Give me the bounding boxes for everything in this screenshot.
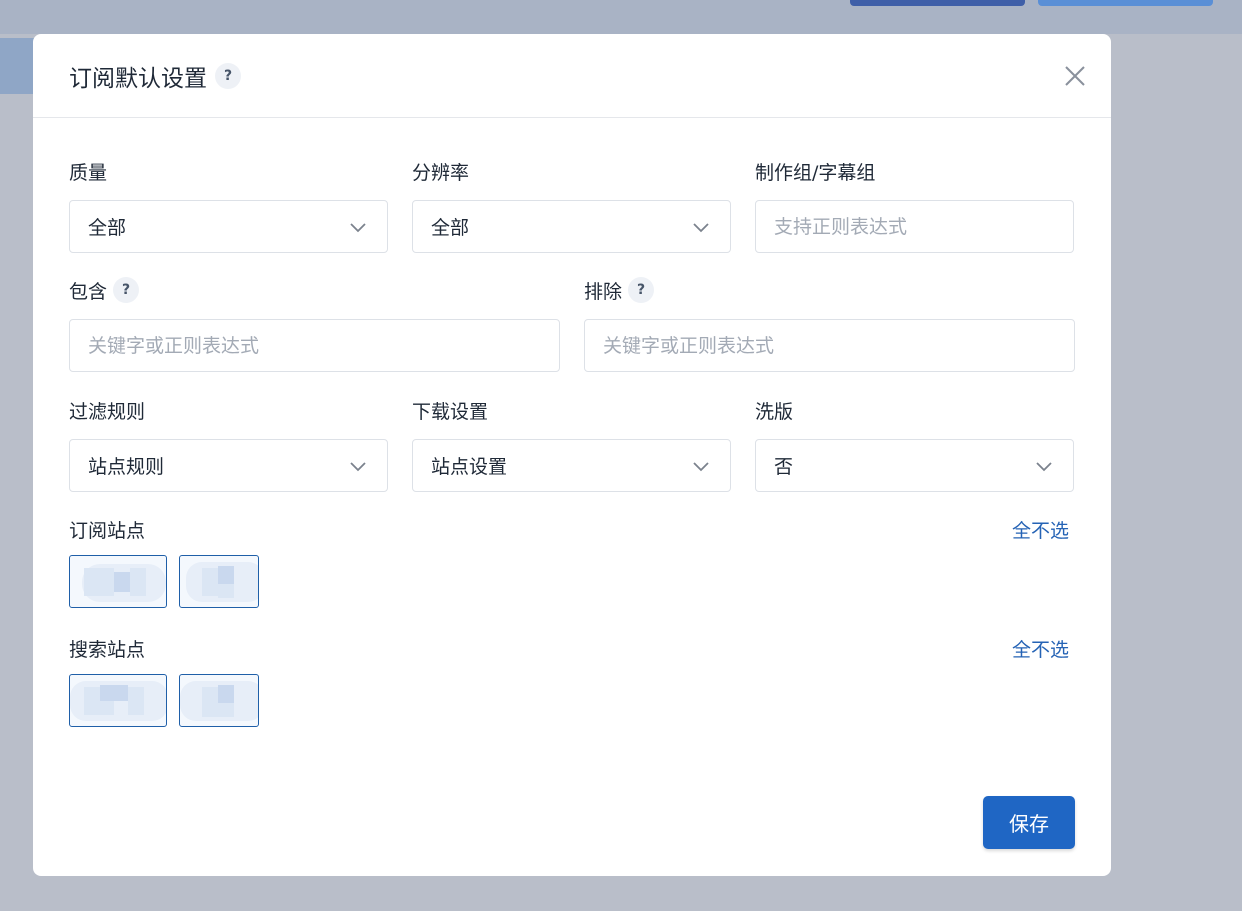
search-sites-label: 搜索站点: [69, 639, 146, 661]
download-settings-select[interactable]: 站点设置: [412, 439, 731, 492]
include-label: 包含: [69, 280, 108, 303]
chevron-down-icon: [693, 223, 709, 233]
help-icon[interactable]: ?: [113, 277, 140, 303]
filter-rules-value: 站点规则: [88, 456, 165, 478]
release-group-input[interactable]: [774, 215, 1073, 238]
quality-field: 质量 全部: [69, 158, 388, 253]
download-settings-field: 下载设置 站点设置: [412, 397, 731, 492]
search-sites-deselect-all-link[interactable]: 全不选: [1012, 635, 1069, 662]
release-group-field: 制作组/字幕组: [755, 158, 1074, 253]
backdrop-tab: [0, 38, 34, 94]
backdrop-button: [850, 0, 1025, 6]
exclude-field: 排除 ?: [584, 277, 1075, 372]
search-site-chip[interactable]: [179, 674, 259, 727]
subscribe-sites-deselect-all-link[interactable]: 全不选: [1012, 516, 1069, 543]
backdrop-button: [1038, 0, 1213, 6]
wash-select[interactable]: 否: [755, 439, 1074, 492]
dialog-title: 订阅默认设置: [69, 65, 207, 92]
exclude-label-row: 排除 ?: [584, 277, 1075, 303]
exclude-label: 排除: [584, 280, 623, 303]
release-group-label: 制作组/字幕组: [755, 161, 876, 184]
filter-rules-field: 过滤规则 站点规则: [69, 397, 388, 492]
chevron-down-icon: [1036, 462, 1052, 472]
redacted-block: [218, 685, 234, 703]
wash-label: 洗版: [755, 400, 794, 423]
resolution-select[interactable]: 全部: [412, 200, 731, 253]
download-settings-label: 下载设置: [412, 400, 489, 423]
resolution-label: 分辨率: [412, 161, 470, 184]
redacted-block: [218, 584, 234, 598]
redacted-block: [128, 687, 144, 715]
redacted-block: [218, 703, 234, 717]
redacted-block: [218, 566, 234, 586]
filter-rules-select[interactable]: 站点规则: [69, 439, 388, 492]
resolution-value: 全部: [431, 217, 470, 239]
quality-label: 质量: [69, 161, 108, 184]
help-icon[interactable]: ?: [215, 62, 241, 89]
redacted-block: [84, 568, 114, 596]
subscribe-site-chip[interactable]: [179, 555, 259, 608]
chevron-down-icon: [350, 462, 366, 472]
include-field: 包含 ?: [69, 277, 560, 372]
include-label-row: 包含 ?: [69, 277, 560, 303]
quality-value: 全部: [88, 217, 127, 239]
search-site-chip[interactable]: [69, 674, 167, 727]
close-icon[interactable]: [1061, 62, 1089, 90]
download-settings-value: 站点设置: [431, 456, 508, 478]
wash-field: 洗版 否: [755, 397, 1074, 492]
include-input-box[interactable]: [69, 319, 560, 372]
filter-rules-label: 过滤规则: [69, 400, 146, 423]
chevron-down-icon: [693, 462, 709, 472]
exclude-input[interactable]: [603, 334, 1074, 357]
include-input[interactable]: [88, 334, 559, 357]
quality-select[interactable]: 全部: [69, 200, 388, 253]
subscribe-site-chip[interactable]: [69, 555, 167, 608]
redacted-block: [114, 572, 130, 592]
chevron-down-icon: [350, 223, 366, 233]
wash-value: 否: [774, 456, 794, 478]
help-icon[interactable]: ?: [628, 277, 655, 303]
subscribe-sites-label: 订阅站点: [69, 520, 146, 542]
redacted-block: [100, 685, 128, 701]
subscription-defaults-dialog: 订阅默认设置 ? 质量 全部 分辨率 全部 制作组/字幕组 包含: [33, 34, 1111, 876]
save-button[interactable]: 保存: [983, 796, 1075, 849]
resolution-field: 分辨率 全部: [412, 158, 731, 253]
dialog-header: 订阅默认设置 ?: [33, 34, 1111, 118]
release-group-input-box[interactable]: [755, 200, 1074, 253]
exclude-input-box[interactable]: [584, 319, 1075, 372]
redacted-block: [130, 568, 146, 596]
